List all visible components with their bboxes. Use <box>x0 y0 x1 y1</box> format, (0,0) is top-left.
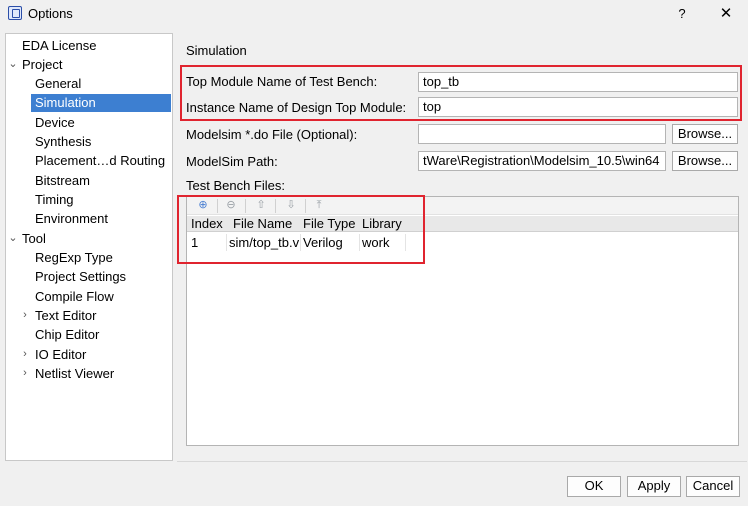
instance-name-input[interactable]: top <box>418 97 738 117</box>
tree-item-project[interactable]: Project <box>22 56 62 74</box>
apply-button[interactable]: Apply <box>627 476 681 497</box>
chevron-down-icon[interactable]: ⌄ <box>8 56 18 74</box>
tree-item-tool[interactable]: Tool <box>22 230 46 248</box>
close-button[interactable]: ✕ <box>715 3 737 25</box>
tree-item-placement-routing[interactable]: Placement…d Routing <box>35 152 165 170</box>
tree-item-regexp-type[interactable]: RegExp Type <box>35 249 113 267</box>
tree-item-synthesis[interactable]: Synthesis <box>35 133 91 151</box>
footer-divider <box>177 461 747 462</box>
modelsim-path-label: ModelSim Path: <box>186 154 278 169</box>
move-top-icon[interactable]: ⤒ <box>311 198 327 214</box>
test-bench-files-table: ⊕ ⊖ ⇧ ⇩ ⤒ Index File Name File Type Libr… <box>186 196 739 446</box>
table-header: Index File Name File Type Library <box>187 216 738 232</box>
tree-item-text-editor[interactable]: Text Editor <box>35 307 96 325</box>
chevron-right-icon[interactable]: › <box>20 307 30 325</box>
table-cell-file-name[interactable]: sim/top_tb.v <box>227 234 301 251</box>
table-cell-index[interactable]: 1 <box>189 234 227 251</box>
tree-item-compile-flow[interactable]: Compile Flow <box>35 288 114 306</box>
column-header-file-type[interactable]: File Type <box>303 216 356 232</box>
ok-button[interactable]: OK <box>567 476 621 497</box>
tree-item-timing[interactable]: Timing <box>35 191 74 209</box>
add-icon[interactable]: ⊕ <box>195 198 211 214</box>
browse-do-file-button[interactable]: Browse... <box>672 124 738 144</box>
move-up-icon[interactable]: ⇧ <box>253 198 269 214</box>
options-tree: EDA License ⌄ Project General Simulation… <box>5 33 173 461</box>
help-button[interactable]: ? <box>672 4 692 24</box>
tree-item-device[interactable]: Device <box>35 114 75 132</box>
toolbar-divider <box>305 199 306 213</box>
do-file-input[interactable] <box>418 124 666 144</box>
toolbar-divider <box>217 199 218 213</box>
do-file-label: Modelsim *.do File (Optional): <box>186 127 358 142</box>
tree-item-bitstream[interactable]: Bitstream <box>35 172 90 190</box>
section-title: Simulation <box>186 43 247 58</box>
table-toolbar: ⊕ ⊖ ⇧ ⇩ ⤒ <box>187 197 738 215</box>
tree-item-io-editor[interactable]: IO Editor <box>35 346 86 364</box>
title-bar: Options ? ✕ <box>0 0 748 28</box>
column-header-library[interactable]: Library <box>362 216 402 232</box>
top-module-label: Top Module Name of Test Bench: <box>186 74 378 89</box>
modelsim-path-input[interactable]: tWare\Registration\Modelsim_10.5\win64 <box>418 151 666 171</box>
window-title: Options <box>28 6 73 21</box>
cancel-button[interactable]: Cancel <box>686 476 740 497</box>
chevron-right-icon[interactable]: › <box>20 346 30 364</box>
app-icon <box>8 6 22 20</box>
toolbar-divider <box>275 199 276 213</box>
column-header-index[interactable]: Index <box>191 216 223 232</box>
toolbar-divider <box>245 199 246 213</box>
table-cell-library[interactable]: work <box>360 234 406 251</box>
remove-icon[interactable]: ⊖ <box>223 198 239 214</box>
tree-item-environment[interactable]: Environment <box>35 210 108 228</box>
tree-item-chip-editor[interactable]: Chip Editor <box>35 326 99 344</box>
chevron-right-icon[interactable]: › <box>20 365 30 383</box>
tree-item-netlist-viewer[interactable]: Netlist Viewer <box>35 365 114 383</box>
browse-modelsim-path-button[interactable]: Browse... <box>672 151 738 171</box>
top-module-input[interactable]: top_tb <box>418 72 738 92</box>
test-bench-files-label: Test Bench Files: <box>186 178 285 193</box>
chevron-down-icon[interactable]: ⌄ <box>8 230 18 248</box>
table-cell-file-type[interactable]: Verilog <box>301 234 360 251</box>
column-header-file-name[interactable]: File Name <box>233 216 292 232</box>
instance-name-label: Instance Name of Design Top Module: <box>186 100 407 115</box>
tree-item-simulation[interactable]: Simulation <box>31 94 171 112</box>
tree-item-eda-license[interactable]: EDA License <box>22 37 96 55</box>
tree-item-general[interactable]: General <box>35 75 81 93</box>
move-down-icon[interactable]: ⇩ <box>283 198 299 214</box>
tree-item-project-settings[interactable]: Project Settings <box>35 268 126 286</box>
